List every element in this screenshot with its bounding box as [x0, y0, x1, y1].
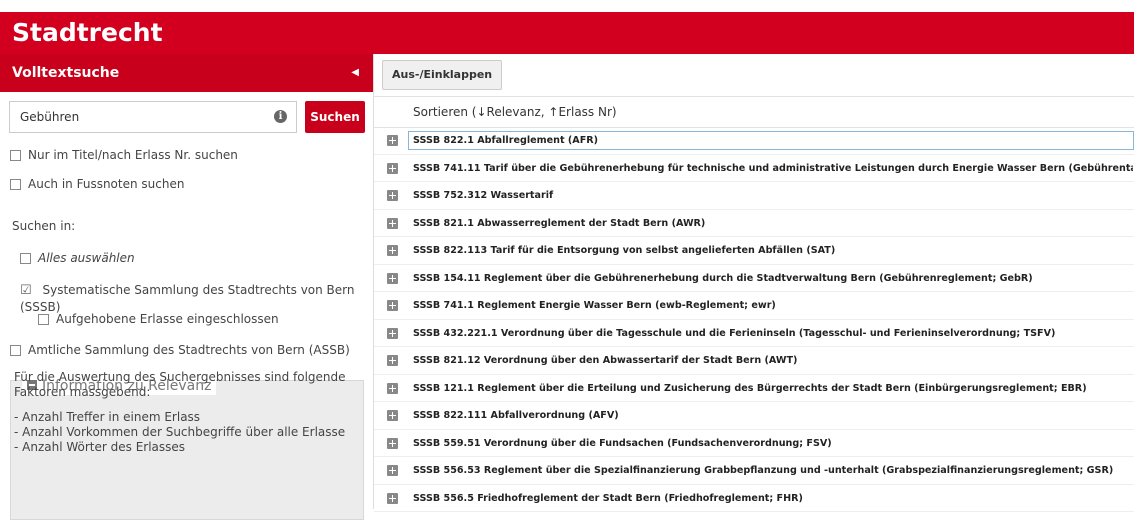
- collapse-arrow-icon[interactable]: ◀: [351, 54, 359, 92]
- result-title[interactable]: SSSB 822.111 Abfallverordnung (AFV): [409, 407, 1133, 424]
- result-row[interactable]: SSSB 741.1 Reglement Energie Wasser Bern…: [374, 292, 1134, 320]
- expand-plus-icon[interactable]: [387, 245, 398, 256]
- results-pane: Aus-/Einklappen Sortieren (↓Relevanz, ↑E…: [373, 54, 1134, 512]
- expand-plus-icon[interactable]: [387, 410, 398, 421]
- search-input[interactable]: [10, 102, 270, 132]
- result-row[interactable]: SSSB 822.113 Tarif für die Entsorgung vo…: [374, 237, 1134, 265]
- checkmark-icon[interactable]: ☑: [20, 283, 32, 299]
- result-title[interactable]: SSSB 822.1 Abfallreglement (AFR): [408, 131, 1134, 150]
- top-strip: [0, 0, 1134, 12]
- search-sidebar: Volltextsuche ◀ i Suchen Nur im Titel/na…: [0, 54, 373, 520]
- volltextsuche-header[interactable]: Volltextsuche ◀: [0, 54, 373, 92]
- result-row[interactable]: SSSB 821.1 Abwasserreglement der Stadt B…: [374, 210, 1134, 237]
- result-title[interactable]: SSSB 822.113 Tarif für die Entsorgung vo…: [409, 242, 1133, 259]
- option-label: Nur im Titel/nach Erlass Nr. suchen: [28, 148, 238, 162]
- result-row[interactable]: SSSB 821.12 Verordnung über den Abwasser…: [374, 347, 1134, 375]
- checkbox[interactable]: [10, 345, 21, 356]
- expand-plus-icon[interactable]: [387, 135, 398, 146]
- expand-plus-icon[interactable]: [387, 437, 398, 449]
- search-button[interactable]: Suchen: [305, 101, 365, 133]
- result-list: SSSB 822.1 Abfallreglement (AFR) SSSB 74…: [374, 127, 1134, 512]
- sort-options[interactable]: Sortieren (↓Relevanz, ↑Erlass Nr): [413, 97, 617, 127]
- result-title[interactable]: SSSB 741.1 Reglement Energie Wasser Bern…: [409, 297, 1133, 314]
- expand-plus-icon[interactable]: [387, 190, 398, 201]
- result-row[interactable]: SSSB 556.53 Reglement über die Spezialfi…: [374, 457, 1134, 485]
- result-row[interactable]: SSSB 432.221.1 Verordnung über die Tages…: [374, 320, 1134, 347]
- result-row[interactable]: SSSB 556.5 Friedhofreglement der Stadt B…: [374, 485, 1134, 512]
- expand-plus-icon[interactable]: [387, 382, 398, 394]
- checkbox[interactable]: [38, 314, 49, 325]
- result-title[interactable]: SSSB 154.11 Reglement über die Gebührene…: [409, 270, 1133, 287]
- option-footnotes[interactable]: Auch in Fussnoten suchen: [10, 176, 184, 192]
- sort-row: Sortieren (↓Relevanz, ↑Erlass Nr): [374, 96, 1134, 128]
- result-row[interactable]: SSSB 822.111 Abfallverordnung (AFV): [374, 402, 1134, 430]
- option-label: Amtliche Sammlung des Stadtrechts von Be…: [28, 343, 350, 357]
- option-label: Auch in Fussnoten suchen: [28, 177, 185, 191]
- info-item: - Anzahl Vorkommen der Suchbegriffe über…: [14, 425, 346, 439]
- info-icon[interactable]: i: [274, 110, 287, 123]
- checkbox[interactable]: [10, 179, 21, 190]
- option-assb[interactable]: Amtliche Sammlung des Stadtrechts von Be…: [10, 342, 350, 358]
- volltextsuche-title: Volltextsuche: [12, 65, 120, 81]
- search-in-label: Suchen in:: [12, 219, 76, 233]
- relevance-info-text: Für die Auswertung des Suchergebnisses s…: [14, 370, 354, 455]
- result-title[interactable]: SSSB 752.312 Wassertarif: [409, 187, 1133, 204]
- checkbox[interactable]: [20, 253, 31, 264]
- result-title[interactable]: SSSB 821.1 Abwasserreglement der Stadt B…: [409, 215, 1133, 232]
- result-row[interactable]: SSSB 121.1 Reglement über die Erteilung …: [374, 375, 1134, 402]
- app-title: Stadtrecht: [12, 18, 163, 47]
- option-aufgehoben[interactable]: Aufgehobene Erlasse eingeschlossen: [38, 311, 279, 327]
- info-item: - Anzahl Wörter des Erlasses: [14, 440, 186, 454]
- result-title[interactable]: SSSB 556.53 Reglement über die Spezialfi…: [409, 462, 1133, 479]
- info-item: - Anzahl Treffer in einem Erlass: [14, 410, 201, 424]
- result-row[interactable]: SSSB 741.11 Tarif über die Gebührenerheb…: [374, 155, 1134, 182]
- result-row[interactable]: SSSB 154.11 Reglement über die Gebührene…: [374, 265, 1134, 292]
- option-label: Aufgehobene Erlasse eingeschlossen: [56, 312, 279, 326]
- result-row[interactable]: SSSB 752.312 Wassertarif: [374, 182, 1134, 210]
- expand-plus-icon[interactable]: [387, 465, 398, 476]
- expand-plus-icon[interactable]: [387, 300, 398, 311]
- expand-plus-icon[interactable]: [387, 272, 398, 284]
- expand-collapse-button[interactable]: Aus-/Einklappen: [382, 60, 503, 90]
- checkbox[interactable]: [10, 150, 21, 161]
- result-row[interactable]: SSSB 559.51 Verordnung über die Fundsach…: [374, 430, 1134, 457]
- option-label: Systematische Sammlung des Stadtrechts v…: [20, 283, 355, 314]
- expand-plus-icon[interactable]: [387, 327, 398, 339]
- option-title-only[interactable]: Nur im Titel/nach Erlass Nr. suchen: [10, 147, 238, 163]
- result-row[interactable]: SSSB 822.1 Abfallreglement (AFR): [374, 127, 1134, 155]
- result-title[interactable]: SSSB 559.51 Verordnung über die Fundsach…: [409, 435, 1133, 452]
- search-box: i: [9, 101, 297, 133]
- option-select-all[interactable]: Alles auswählen: [20, 250, 135, 266]
- result-title[interactable]: SSSB 432.221.1 Verordnung über die Tages…: [409, 325, 1133, 342]
- result-title[interactable]: SSSB 556.5 Friedhofreglement der Stadt B…: [409, 490, 1133, 507]
- expand-plus-icon[interactable]: [387, 355, 398, 366]
- info-intro: Für die Auswertung des Suchergebnisses s…: [14, 370, 346, 399]
- result-title[interactable]: SSSB 821.12 Verordnung über den Abwasser…: [409, 352, 1133, 369]
- expand-plus-icon[interactable]: [387, 217, 398, 229]
- result-title[interactable]: SSSB 741.11 Tarif über die Gebührenerheb…: [409, 160, 1133, 177]
- result-title[interactable]: SSSB 121.1 Reglement über die Erteilung …: [409, 380, 1133, 397]
- expand-plus-icon[interactable]: [387, 162, 398, 174]
- app-header: Stadtrecht: [0, 12, 1134, 54]
- expand-plus-icon[interactable]: [387, 492, 398, 504]
- option-label: Alles auswählen: [38, 251, 135, 265]
